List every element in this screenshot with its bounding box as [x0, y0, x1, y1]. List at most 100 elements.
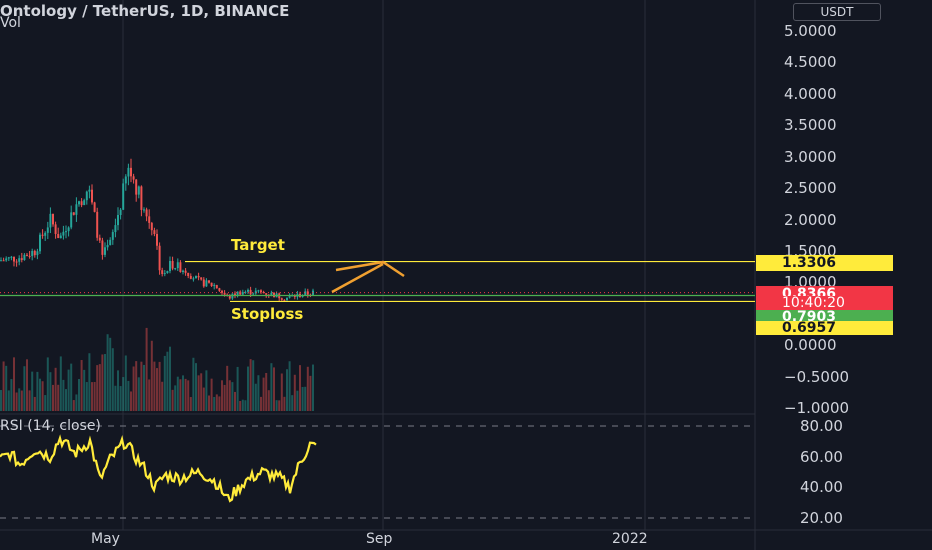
candle-body	[202, 279, 205, 287]
candle-body	[13, 256, 15, 262]
volume-bar	[293, 374, 296, 411]
volume-bar	[106, 334, 109, 411]
candle-body	[67, 227, 70, 232]
candle-body	[179, 262, 182, 272]
price-axis-tick: 2.0000	[784, 210, 837, 229]
candle-body	[169, 260, 171, 272]
volume-bar	[26, 359, 28, 411]
candle-body	[218, 288, 221, 291]
volume-bar	[57, 384, 60, 411]
price-axis-tick: 0.0000	[784, 336, 837, 355]
candle-body	[161, 270, 164, 274]
volume-bar	[15, 392, 18, 411]
volume-bar	[36, 371, 39, 411]
volume-bar	[109, 337, 112, 411]
volume-bar	[18, 388, 21, 411]
volume-bar	[239, 400, 242, 411]
candle-body	[247, 289, 249, 292]
rsi-legend: RSI (14, close)	[0, 418, 101, 434]
volume-bar	[283, 396, 286, 411]
target-annotation[interactable]: Target	[231, 236, 285, 254]
candle-body	[145, 209, 148, 217]
candle-body	[150, 222, 153, 231]
volume-bar	[226, 365, 229, 411]
candle-body	[114, 225, 117, 233]
rsi-axis-tick: 60.00	[800, 447, 843, 466]
volume-bar	[213, 396, 216, 411]
candle-body	[5, 258, 8, 261]
volume-bar	[156, 368, 158, 411]
target-arrow[interactable]	[331, 260, 405, 294]
volume-bar	[184, 378, 187, 411]
candle-body	[88, 189, 91, 192]
candle-body	[91, 189, 93, 203]
candle-body	[210, 282, 213, 287]
volume-bar	[137, 377, 140, 411]
volume-bar	[46, 357, 49, 411]
volume-bar	[223, 384, 226, 411]
volume-bar	[299, 365, 301, 411]
candle-body	[23, 254, 26, 260]
volume-bar	[166, 351, 169, 411]
stoploss-annotation[interactable]: Stoploss	[231, 305, 303, 323]
volume-bar	[260, 396, 262, 411]
volume-bar	[192, 357, 195, 411]
candle-body	[26, 254, 28, 256]
volume-bar	[267, 390, 270, 411]
volume-bar	[127, 380, 130, 411]
candle-body	[241, 292, 244, 295]
candle-body	[228, 295, 231, 299]
rsi-axis-tick: 80.00	[800, 417, 843, 435]
candle-body	[280, 298, 283, 300]
candle-body	[78, 201, 80, 205]
volume-bar	[150, 340, 153, 411]
volume-bar	[208, 395, 210, 411]
candle-body	[197, 276, 200, 278]
volume-bar	[257, 375, 260, 411]
candle-body	[15, 261, 18, 263]
volume-bar	[205, 370, 208, 411]
volume-bar	[65, 389, 67, 411]
volume-bar	[88, 353, 91, 411]
candle-body	[98, 237, 101, 241]
candle-body	[283, 299, 286, 301]
candle-body	[117, 214, 119, 226]
volume-bar	[306, 366, 309, 411]
currency-button[interactable]: USDT	[793, 3, 881, 21]
volume-bar	[286, 369, 288, 411]
candle-body	[148, 216, 151, 223]
volume-bar	[163, 355, 166, 411]
volume-bar	[59, 356, 62, 411]
volume-bar	[288, 361, 291, 411]
price-candles	[0, 158, 314, 302]
volume-bar	[231, 382, 234, 411]
volume-bar	[304, 386, 307, 411]
volume-bar	[296, 390, 299, 411]
candle-body	[106, 245, 109, 248]
candle-body	[135, 179, 138, 195]
volume-bar	[161, 381, 164, 411]
rsi-pane	[0, 425, 755, 519]
volume-bar	[143, 364, 145, 411]
chart-title: Ontology / TetherUS, 1D, BINANCE	[0, 2, 290, 20]
countdown-tag: 10:40:20	[756, 296, 893, 310]
volume-bar	[169, 346, 171, 411]
volume-bar	[215, 394, 218, 411]
volume-bar	[241, 399, 244, 411]
candle-body	[62, 231, 65, 236]
candle-body	[52, 213, 54, 225]
candle-body	[75, 204, 78, 215]
volume-bar	[278, 400, 281, 411]
candle-body	[109, 239, 112, 246]
volume-bar	[247, 366, 249, 411]
price-axis-tick: −1.0000	[784, 399, 850, 417]
candle-body	[260, 290, 262, 292]
candle-body	[54, 224, 57, 234]
price-axis-tick: 5.0000	[784, 22, 837, 40]
candle-body	[205, 280, 208, 287]
time-label-sep: Sep	[366, 531, 393, 547]
candle-body	[104, 247, 106, 255]
volume-bar	[98, 364, 101, 411]
candle-body	[85, 191, 88, 201]
volume-bar	[262, 377, 265, 411]
